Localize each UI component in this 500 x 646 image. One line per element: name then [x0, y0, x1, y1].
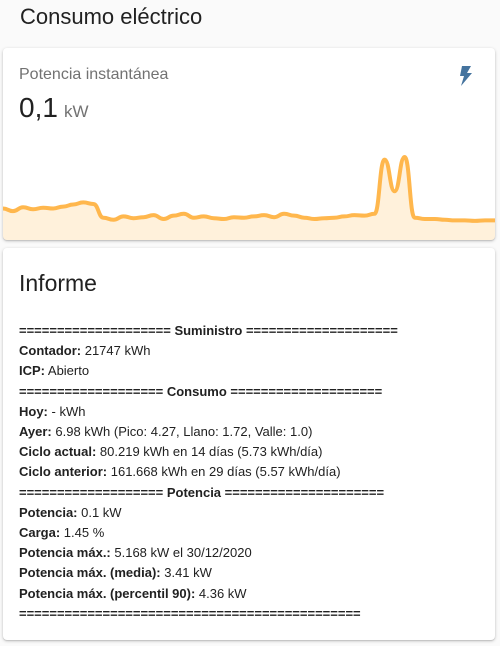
- sensor-name: Potencia instantánea: [19, 66, 169, 83]
- graph-fill: [3, 157, 495, 240]
- report-body: ==================== Suministro ========…: [19, 321, 485, 624]
- sensor-value-number: 0,1: [19, 92, 58, 123]
- report-line-label: Ayer:: [19, 424, 52, 440]
- report-line: =================== Consumo ============…: [19, 382, 485, 402]
- report-title: Informe: [19, 270, 97, 296]
- report-line-label: ========================================…: [19, 605, 361, 621]
- sensor-history-graph: [3, 155, 495, 240]
- report-line: ICP: Abierto: [19, 361, 485, 381]
- report-line: Ayer: 6.98 kWh (Pico: 4.27, Llano: 1.72,…: [19, 422, 485, 442]
- sensor-value: 0,1 kW: [19, 92, 88, 124]
- report-line-value: 0.1 kW: [77, 504, 122, 520]
- report-line-label: Potencia máx. (media):: [19, 565, 161, 581]
- report-line-label: Potencia máx.:: [19, 545, 111, 561]
- sensor-value-unit: kW: [63, 102, 89, 121]
- report-line-value: 3.41 kW: [160, 565, 212, 581]
- report-line: Potencia máx.: 5.168 kW el 30/12/2020: [19, 543, 485, 563]
- report-line-value: - kWh: [47, 403, 86, 419]
- report-line: ========================================…: [19, 604, 485, 624]
- report-line-label: Contador:: [19, 343, 82, 359]
- report-line: Potencia: 0.1 kW: [19, 503, 485, 523]
- sensor-card[interactable]: Potencia instantánea 0,1 kW: [3, 48, 495, 240]
- report-line: =================== Potencia ===========…: [19, 483, 485, 503]
- report-line: Potencia máx. (media): 3.41 kW: [19, 563, 485, 583]
- report-line: Ciclo anterior: 161.668 kWh en 29 días (…: [19, 462, 485, 482]
- report-line-value: 21747 kWh: [81, 343, 151, 359]
- report-line-label: =================== Consumo ============…: [19, 383, 383, 399]
- report-card: Informe ==================== Suministro …: [3, 248, 495, 640]
- report-line-label: =================== Potencia ===========…: [19, 484, 385, 500]
- report-line-value: Abierto: [45, 363, 90, 379]
- report-line-label: Potencia máx. (percentil 90):: [19, 585, 196, 601]
- report-line-label: Potencia:: [19, 504, 78, 520]
- report-line: Hoy: - kWh: [19, 402, 485, 422]
- report-line: ==================== Suministro ========…: [19, 321, 485, 341]
- report-line: Potencia máx. (percentil 90): 4.36 kW: [19, 584, 485, 604]
- report-line-value: 1.45 %: [60, 525, 105, 541]
- report-line-value: 80.219 kWh en 14 días (5.73 kWh/día): [96, 444, 323, 460]
- report-line-value: 4.36 kW: [195, 585, 247, 601]
- report-line-value: 161.668 kWh en 29 días (5.57 kWh/día): [107, 464, 341, 480]
- report-line-label: ICP:: [19, 363, 45, 379]
- report-line: Carga: 1.45 %: [19, 523, 485, 543]
- report-line-label: Carga:: [19, 525, 61, 541]
- report-line-label: Ciclo actual:: [19, 444, 97, 460]
- report-line-label: Hoy:: [19, 403, 48, 419]
- report-line-label: ==================== Suministro ========…: [19, 323, 398, 338]
- page-title: Consumo eléctrico: [20, 4, 203, 29]
- report-line-value: 5.168 kW el 30/12/2020: [110, 545, 252, 561]
- report-line: Ciclo actual: 80.219 kWh en 14 días (5.7…: [19, 442, 485, 462]
- report-line-value: 6.98 kWh (Pico: 4.27, Llano: 1.72, Valle…: [51, 424, 313, 440]
- report-line-label: Ciclo anterior:: [19, 464, 108, 480]
- report-line: Contador: 21747 kWh: [19, 341, 485, 361]
- lightning-bolt-icon: [460, 66, 472, 86]
